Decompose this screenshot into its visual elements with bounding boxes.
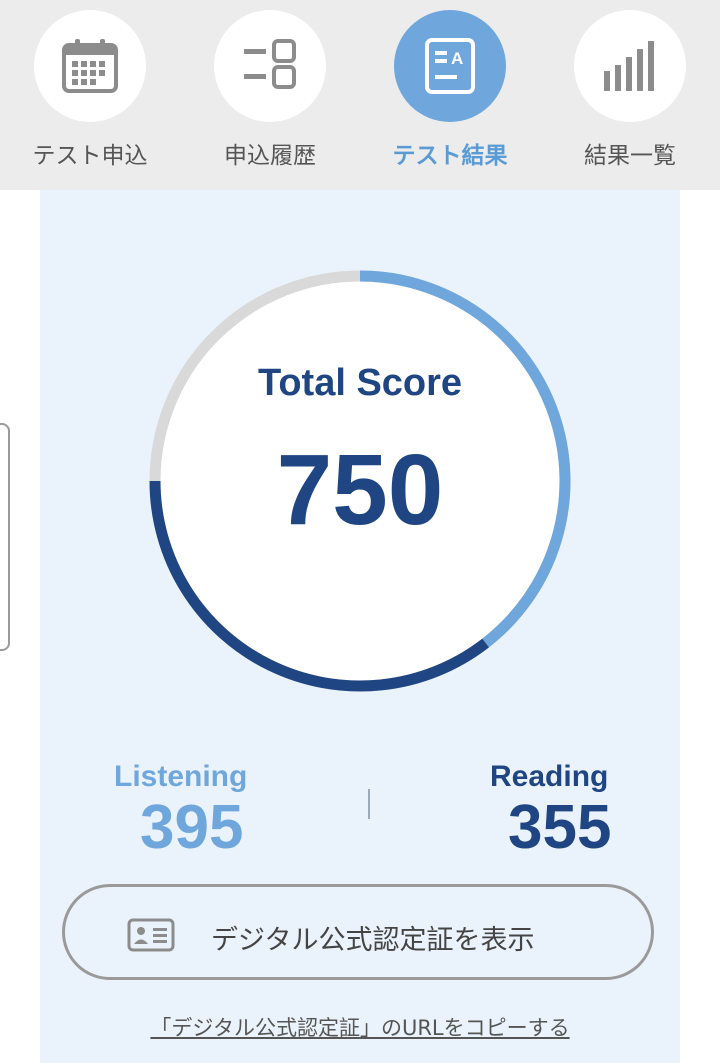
reading-score: 355 — [508, 793, 612, 862]
score-divider — [368, 789, 370, 819]
reading-label: Reading — [490, 760, 609, 793]
score-gauge — [149, 270, 571, 692]
total-score-value: 750 — [276, 434, 444, 546]
cert-button-label: デジタル公式認定証を表示 — [211, 925, 535, 956]
total-score-label: Total Score — [257, 362, 463, 404]
listening-label: Listening — [114, 760, 248, 793]
show-digital-certificate-button[interactable]: デジタル公式認定証を表示 — [62, 884, 654, 980]
copy-certificate-url-link[interactable]: 「デジタル公式認定証」のURLをコピーする — [0, 1012, 720, 1042]
id-card-icon — [127, 918, 175, 952]
listening-score: 395 — [140, 793, 244, 862]
